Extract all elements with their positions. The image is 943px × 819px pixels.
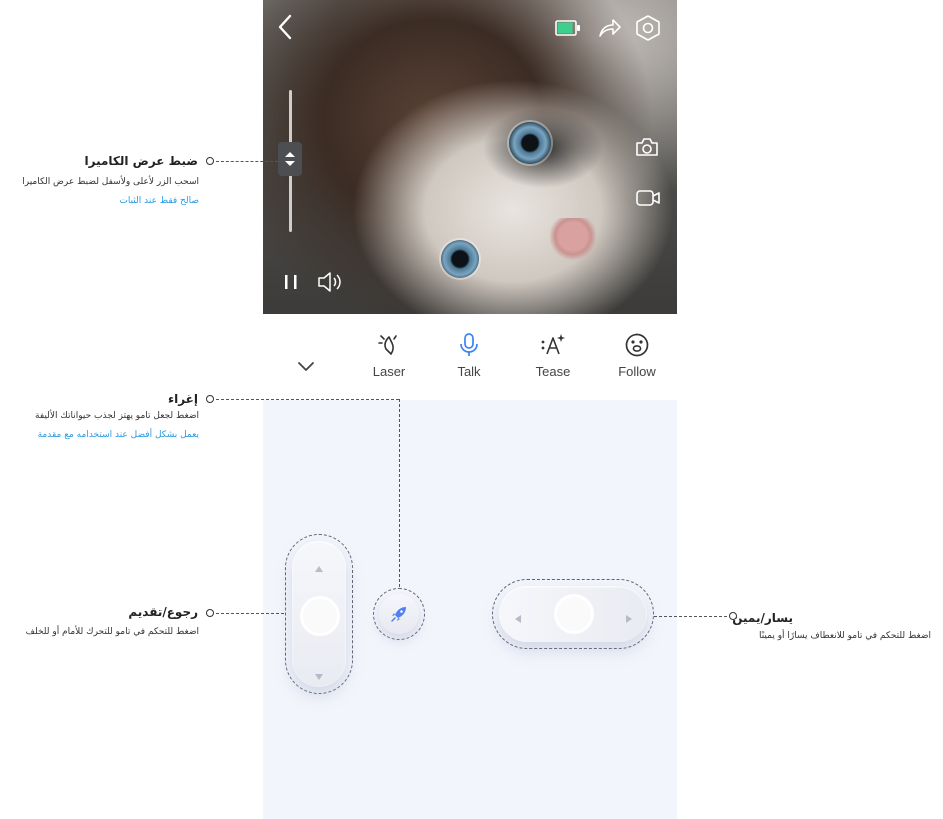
left-right-knob[interactable] [551, 591, 597, 637]
camera-icon[interactable] [635, 136, 659, 162]
down-arrow-icon[interactable] [314, 666, 324, 685]
sparkle-text-icon [541, 334, 565, 355]
up-arrow-icon[interactable] [314, 558, 324, 577]
chevron-down-icon[interactable] [297, 358, 315, 377]
mode-toolbar: Laser Talk Tease Follow [263, 314, 677, 400]
cat-eye-left [509, 122, 551, 164]
turn-callout-line [654, 616, 727, 617]
laser-icon [378, 335, 397, 355]
camera-live-view[interactable] [263, 0, 677, 314]
tease-callout-line-vertical [399, 399, 400, 587]
forward-callout-line [216, 613, 284, 614]
tease-callout-text: اضغط لجعل تامو يهتز لجذب حيواناتك الأليف… [35, 411, 199, 421]
forward-callout-dot [206, 609, 214, 617]
tool-laser-label: Laser [372, 364, 406, 379]
tool-follow[interactable]: Follow [607, 332, 667, 379]
camera-callout-title: ضبط عرض الكاميرا [84, 154, 198, 168]
app-screen: Laser Talk Tease Follow [263, 0, 677, 819]
cat-eye-right [441, 240, 479, 278]
tool-tease-label: Tease [535, 364, 571, 379]
tool-talk[interactable]: Talk [439, 332, 499, 379]
tease-button[interactable] [379, 594, 419, 634]
tool-laser[interactable]: Laser [359, 332, 419, 379]
paw-face-icon [625, 333, 649, 357]
camera-callout-text: اسحب الزر لأعلى ولأسفل لضبط عرض الكاميرا [22, 177, 199, 187]
turn-callout-text: اضغط للتحكم في تامو للانعطاف يسارًا أو ي… [758, 631, 931, 641]
rocket-icon [391, 607, 406, 622]
left-arrow-icon[interactable] [514, 609, 522, 628]
settings-hexagon-icon[interactable] [635, 14, 661, 46]
back-chevron-icon[interactable] [277, 14, 293, 44]
camera-callout-dot [206, 157, 214, 165]
camera-callout-note: صالح فقط عند الثبات [119, 196, 199, 206]
forward-callout-text: اضغط للتحكم في تامو للتحرك للأمام أو للخ… [25, 627, 199, 637]
tease-callout-dot [206, 395, 214, 403]
microphone-icon [460, 333, 478, 356]
tool-tease[interactable]: Tease [523, 332, 583, 379]
battery-icon [555, 20, 581, 40]
forward-callout-title: رجوع/تقديم [128, 605, 198, 619]
share-icon[interactable] [598, 18, 622, 42]
cat-nose [550, 218, 596, 264]
tool-follow-label: Follow [618, 364, 656, 379]
camera-callout-line [216, 161, 278, 162]
camera-view-slider-handle[interactable] [278, 142, 302, 176]
tease-callout-line [216, 399, 399, 400]
turn-callout-title: يسار/يمين [732, 611, 793, 625]
tease-callout-title: إغراء [167, 392, 198, 406]
right-arrow-icon[interactable] [625, 609, 633, 628]
forward-back-knob[interactable] [297, 593, 343, 639]
pause-icon[interactable] [283, 272, 299, 296]
speaker-icon[interactable] [317, 270, 345, 298]
video-record-icon[interactable] [635, 188, 661, 212]
motion-controls [263, 400, 677, 819]
tease-callout-note: يعمل بشكل أفضل عند استخدامه مع مقدمة [37, 430, 199, 440]
tool-talk-label: Talk [457, 364, 481, 379]
